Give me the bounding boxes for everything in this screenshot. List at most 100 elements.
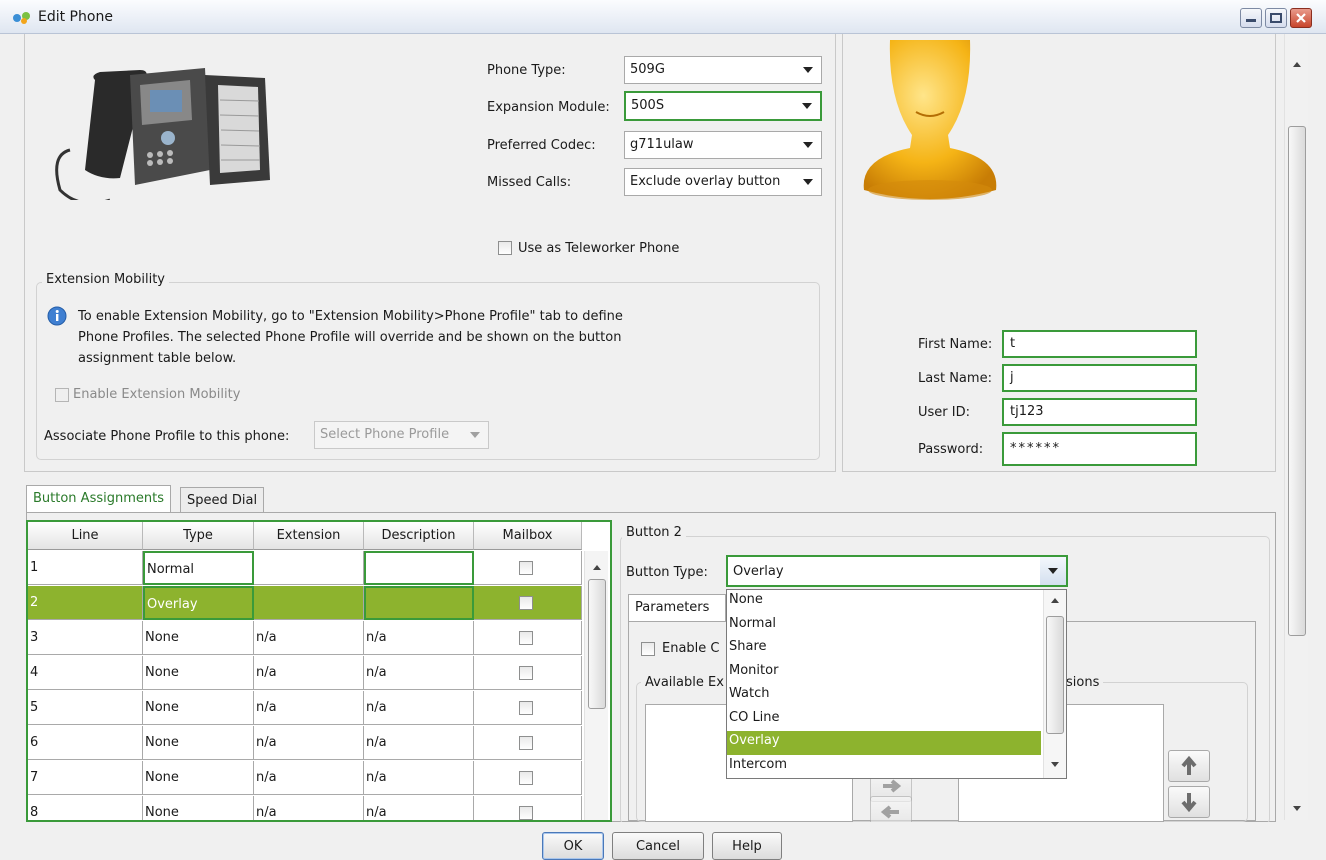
cell-mailbox[interactable] (474, 656, 582, 690)
title-bar[interactable]: Edit Phone (0, 0, 1326, 34)
mailbox-checkbox[interactable] (519, 666, 533, 680)
cell-type[interactable]: Normal (143, 551, 254, 585)
button-type-dropdown-list[interactable]: None Normal Share Monitor Watch CO Line Overla… (726, 589, 1067, 779)
dropdown-scrollbar[interactable] (1043, 590, 1066, 778)
mailbox-checkbox[interactable] (519, 701, 533, 715)
expansion-module-select[interactable]: 500S (624, 91, 822, 121)
table-row[interactable]: 5 None n/a n/a (28, 691, 582, 725)
preferred-codec-select[interactable]: g711ulaw (624, 131, 822, 159)
table-row[interactable]: 6 None n/a n/a (28, 726, 582, 760)
column-header-line[interactable]: Line (28, 522, 143, 550)
cell-line[interactable]: 5 (28, 691, 143, 725)
cell-type[interactable]: None (143, 761, 254, 795)
password-field[interactable]: ****** (1002, 432, 1197, 466)
mailbox-checkbox[interactable] (519, 736, 533, 750)
dropdown-option[interactable]: Normal (727, 614, 1041, 638)
move-down-button[interactable] (1168, 786, 1210, 818)
cell-line[interactable]: 4 (28, 656, 143, 690)
tab-button-assignments[interactable]: Button Assignments (26, 485, 171, 513)
cell-mailbox[interactable] (474, 551, 582, 585)
cell-extension[interactable]: n/a (254, 761, 364, 795)
mailbox-checkbox[interactable] (519, 771, 533, 785)
maximize-button[interactable] (1265, 8, 1287, 28)
cell-type[interactable]: None (143, 796, 254, 820)
dropdown-option[interactable]: None (727, 590, 1041, 614)
table-row[interactable]: 1 Normal (28, 551, 582, 585)
scrollbar-thumb[interactable] (1288, 126, 1306, 636)
cell-type[interactable]: None (143, 621, 254, 655)
help-button[interactable]: Help (712, 832, 782, 860)
column-header-type[interactable]: Type (143, 522, 254, 550)
ok-button[interactable]: OK (542, 832, 604, 860)
missed-calls-select[interactable]: Exclude overlay button (624, 168, 822, 196)
table-row[interactable]: 8 None n/a n/a (28, 796, 582, 820)
cell-line[interactable]: 1 (28, 551, 143, 585)
mailbox-checkbox[interactable] (519, 561, 533, 575)
cancel-button[interactable]: Cancel (612, 832, 704, 860)
dropdown-option[interactable]: CO Line (727, 708, 1041, 732)
cell-line[interactable]: 2 (28, 586, 143, 620)
minimize-button[interactable] (1240, 8, 1262, 28)
cell-mailbox[interactable] (474, 796, 582, 820)
cell-line[interactable]: 6 (28, 726, 143, 760)
cell-extension[interactable] (254, 586, 364, 620)
mailbox-checkbox[interactable] (519, 596, 533, 610)
main-scrollbar[interactable] (1284, 34, 1308, 820)
enable-checkbox[interactable] (641, 642, 655, 656)
cell-extension[interactable]: n/a (254, 691, 364, 725)
cell-line[interactable]: 7 (28, 761, 143, 795)
dropdown-option[interactable]: Monitor (727, 661, 1041, 685)
cell-description[interactable]: n/a (364, 656, 474, 690)
scroll-down-icon[interactable] (1051, 762, 1059, 767)
dropdown-option[interactable]: Share (727, 637, 1041, 661)
tab-parameters[interactable]: Parameters (628, 594, 726, 622)
scroll-up-icon[interactable] (1293, 62, 1301, 67)
scroll-up-icon[interactable] (1051, 598, 1059, 603)
user-id-field[interactable]: tj123 (1002, 398, 1197, 426)
cell-extension[interactable]: n/a (254, 726, 364, 760)
table-row[interactable]: 4 None n/a n/a (28, 656, 582, 690)
mailbox-checkbox[interactable] (519, 631, 533, 645)
cell-description[interactable]: n/a (364, 796, 474, 820)
cell-description[interactable]: n/a (364, 761, 474, 795)
scroll-up-icon[interactable] (593, 565, 601, 570)
cell-description[interactable]: n/a (364, 691, 474, 725)
cell-line[interactable]: 8 (28, 796, 143, 820)
cell-description[interactable] (364, 551, 474, 585)
move-up-button[interactable] (1168, 750, 1210, 782)
cell-type[interactable]: None (143, 726, 254, 760)
first-name-field[interactable]: t (1002, 330, 1197, 358)
dropdown-option[interactable]: Watch (727, 684, 1041, 708)
cell-extension[interactable]: n/a (254, 656, 364, 690)
dropdown-option[interactable]: Intercom (727, 755, 1041, 779)
cell-line[interactable]: 3 (28, 621, 143, 655)
cell-description[interactable]: n/a (364, 726, 474, 760)
mailbox-checkbox[interactable] (519, 806, 533, 820)
enable-mobility-checkbox[interactable] (55, 388, 69, 402)
column-header-mailbox[interactable]: Mailbox (474, 522, 582, 550)
table-row[interactable]: 3 None n/a n/a (28, 621, 582, 655)
cell-mailbox[interactable] (474, 586, 582, 620)
dropdown-option[interactable]: Overlay (727, 731, 1041, 755)
column-header-description[interactable]: Description (364, 522, 474, 550)
tab-speed-dial[interactable]: Speed Dial (180, 487, 265, 513)
scroll-down-icon[interactable] (1293, 806, 1301, 811)
cell-mailbox[interactable] (474, 621, 582, 655)
last-name-field[interactable]: j (1002, 364, 1197, 392)
close-button[interactable] (1290, 8, 1312, 28)
table-row[interactable]: 7 None n/a n/a (28, 761, 582, 795)
cell-type[interactable]: None (143, 691, 254, 725)
teleworker-checkbox[interactable] (498, 241, 512, 255)
table-scrollbar-thumb[interactable] (588, 579, 606, 709)
dropdown-scrollbar-thumb[interactable] (1046, 616, 1064, 734)
cell-extension[interactable] (254, 551, 364, 585)
cell-description[interactable]: n/a (364, 621, 474, 655)
button-type-select[interactable]: Overlay (726, 555, 1068, 587)
column-header-extension[interactable]: Extension (254, 522, 364, 550)
cell-mailbox[interactable] (474, 691, 582, 725)
cell-extension[interactable]: n/a (254, 621, 364, 655)
cell-type[interactable]: Overlay (143, 586, 254, 620)
phone-type-select[interactable]: 509G (624, 56, 822, 84)
phone-profile-select[interactable]: Select Phone Profile (314, 421, 489, 449)
dropdown-arrow-button[interactable] (1040, 557, 1066, 585)
